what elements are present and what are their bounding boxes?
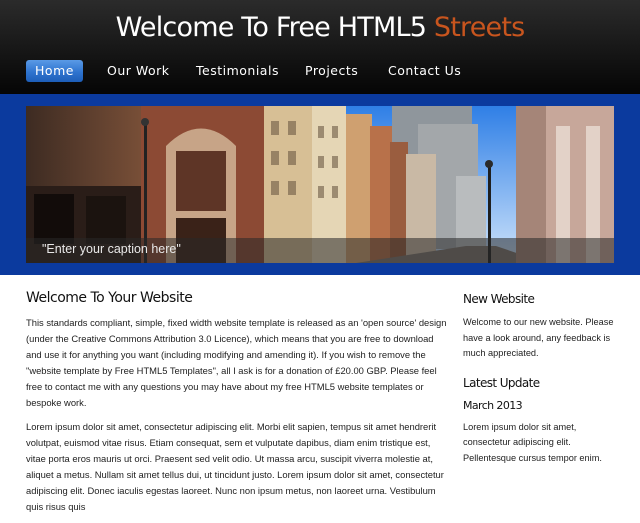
main-paragraph-1: This standards compliant, simple, fixed … bbox=[26, 317, 447, 408]
main-paragraph-2: Lorem ipsum dolor sit amet, consectetur … bbox=[26, 421, 444, 512]
slide-caption: "Enter your caption here" bbox=[42, 242, 181, 256]
latest-update-date: March 2013 bbox=[463, 398, 523, 412]
new-website-heading: New Website bbox=[463, 292, 535, 306]
new-website-text: Welcome to our new website. Please have … bbox=[463, 317, 614, 358]
site-title-main: Welcome To Free HTML5 bbox=[115, 12, 434, 43]
site-title-accent: Streets bbox=[433, 12, 525, 43]
site-title: Welcome To Free HTML5 Streets bbox=[0, 12, 640, 43]
main-heading: Welcome To Your Website bbox=[26, 290, 193, 306]
menu-item-home[interactable]: Home bbox=[26, 60, 83, 82]
menu-item-contact-us[interactable]: Contact Us bbox=[388, 60, 461, 82]
menu-item-testimonials[interactable]: Testimonials bbox=[196, 60, 279, 82]
slideshow[interactable]: "Enter your caption here" bbox=[26, 106, 614, 263]
sidebar: New Website Welcome to our new website. … bbox=[463, 292, 615, 480]
menu-item-projects[interactable]: Projects bbox=[305, 60, 358, 82]
banner: "Enter your caption here" bbox=[0, 94, 640, 275]
caption-bar: "Enter your caption here" bbox=[26, 238, 614, 263]
latest-update-text: Lorem ipsum dolor sit amet, consectetur … bbox=[463, 421, 602, 463]
latest-update-heading: Latest Update bbox=[463, 375, 540, 390]
menu-item-our-work[interactable]: Our Work bbox=[107, 60, 170, 82]
main-content: Welcome To Your Website This standards c… bbox=[26, 290, 451, 523]
site-header: Welcome To Free HTML5 Streets Home Our W… bbox=[0, 0, 640, 94]
